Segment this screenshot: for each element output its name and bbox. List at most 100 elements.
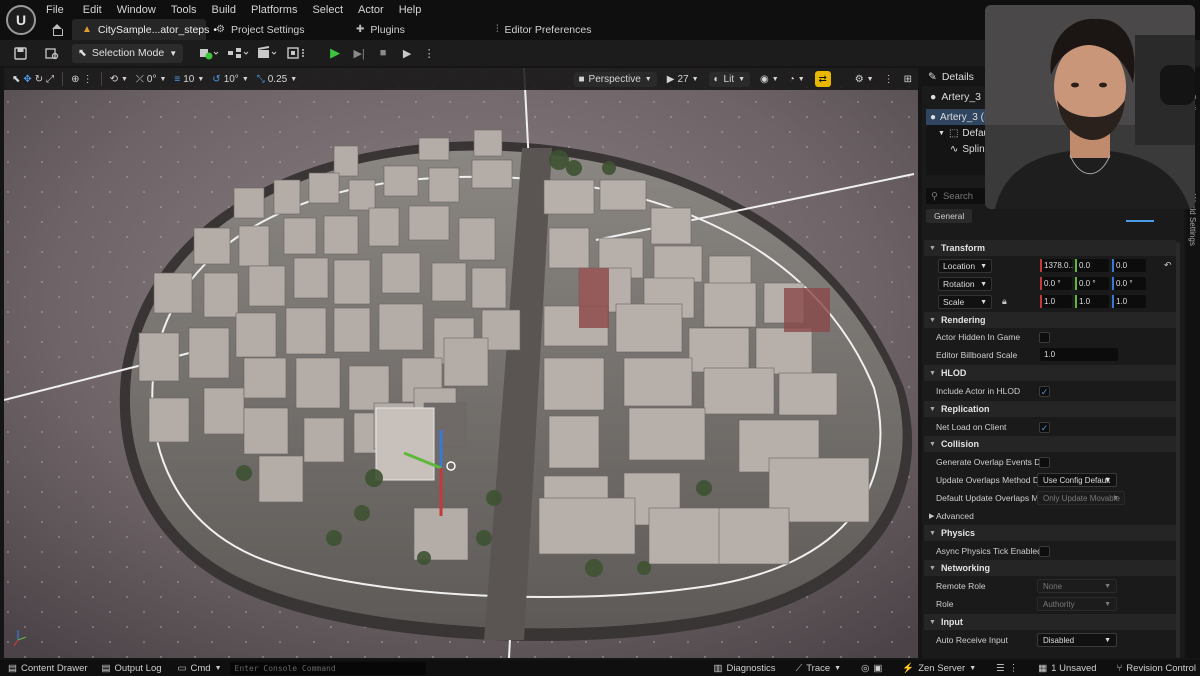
net-load-checkbox[interactable]: ✓ (1039, 422, 1050, 433)
billboard-scale-field[interactable]: 1.0 (1040, 348, 1118, 361)
browse-icon[interactable] (42, 43, 62, 63)
translate-icon[interactable]: ✥ (23, 74, 31, 85)
content-drawer-button[interactable]: ▤ Content Drawer (8, 663, 88, 674)
scale-snap-toggle[interactable]: ⤡ 0.25 ▼ (257, 74, 297, 85)
section-rendering[interactable]: ▼ Rendering (924, 312, 1176, 328)
add-actor-icon[interactable] (199, 43, 219, 63)
rotation-dropdown[interactable]: Rotation ▼ (938, 277, 992, 291)
section-hlod[interactable]: ▼ HLOD (924, 365, 1176, 381)
surface-snap[interactable]: ⟲ ▼ (110, 74, 128, 85)
gen-overlap-checkbox[interactable] (1039, 457, 1050, 468)
select-icon[interactable]: ⬉ (12, 74, 20, 85)
cmd-dropdown[interactable]: ▭ Cmd ▼ (178, 663, 222, 674)
layouts-button[interactable]: ☰ ⋮ (996, 663, 1018, 674)
rotation-snap-value: 10° (223, 73, 239, 85)
menu-file[interactable]: File (46, 4, 73, 16)
menu-window[interactable]: Window (117, 4, 165, 16)
trace-dropdown[interactable]: ⟋ Trace ▼ (796, 663, 842, 674)
location-dropdown[interactable]: Location ▼ (938, 259, 992, 273)
layout-button[interactable]: ⊞ (904, 74, 912, 85)
menu-actor[interactable]: Actor (358, 4, 393, 16)
actor-hidden-checkbox[interactable] (1039, 332, 1050, 343)
zen-server-dropdown[interactable]: ⚡ Zen Server ▼ (902, 663, 976, 674)
rotation-x-field[interactable]: 0.0 ° (1040, 277, 1072, 290)
play-options-icon[interactable]: ⋮ (419, 43, 439, 63)
play-icon[interactable]: ▶ (325, 43, 345, 63)
actor-name[interactable]: Artery_3 (941, 91, 981, 103)
eject-icon[interactable]: ▶ (397, 43, 417, 63)
tab-level[interactable]: ▲ CitySample...ator_steps • (72, 19, 217, 40)
stop-icon[interactable]: ■ (373, 43, 393, 63)
advanced-row[interactable]: ▶ Advanced (924, 507, 1176, 525)
reset-icon[interactable]: ↶ (1164, 260, 1172, 271)
tab-plugins[interactable]: ✚ Plugins (346, 19, 486, 40)
scale-icon[interactable]: ⤢ (46, 74, 54, 85)
section-physics[interactable]: ▼ Physics (924, 525, 1176, 541)
fov-dropdown[interactable]: ▶ 27 ▼ (667, 74, 699, 85)
output-log-button[interactable]: ▤ Output Log (102, 663, 162, 674)
section-replication[interactable]: ▼ Replication (924, 401, 1176, 417)
home-icon[interactable] (50, 23, 64, 36)
cinematics-icon[interactable] (257, 43, 279, 63)
settings-dropdown[interactable]: ⚙ ▼ (855, 74, 874, 85)
scale-y-field[interactable]: 1.0 (1075, 295, 1109, 308)
step-icon[interactable]: ▶| (349, 43, 369, 63)
rotation-y-field[interactable]: 0.0 ° (1075, 277, 1109, 290)
location-x-field[interactable]: 1378.0.. (1040, 259, 1073, 272)
menu-tools[interactable]: Tools (171, 4, 206, 16)
scale-x-field[interactable]: 1.0 (1040, 295, 1072, 308)
scale-dropdown[interactable]: Scale ▼ (938, 295, 992, 309)
auto-receive-dropdown[interactable]: Disabled ▼ (1037, 633, 1117, 647)
section-collision[interactable]: ▼ Collision (924, 436, 1176, 452)
realtime-toggle-icon[interactable]: ⇄ (814, 71, 831, 87)
expand-arrow-icon[interactable]: ▼ (938, 130, 945, 137)
level-viewport[interactable]: ⬉ ✥ ↻ ⤢ ⊕ ⋮ ⟲ ▼ ⤫ 0° ▼ ≡ 10 ▼ ↺ 10° ▼ ⤡ 0.25 ▼ ■ P… (4, 68, 918, 658)
section-transform[interactable]: ▼ Transform (924, 240, 1176, 256)
console-command-input[interactable]: Enter Console Command (229, 661, 426, 675)
unsaved-button[interactable]: ▦ 1 Unsaved (1038, 663, 1096, 674)
blueprint-icon[interactable] (227, 43, 249, 63)
save-icon[interactable] (10, 43, 30, 63)
grid-snap-toggle[interactable]: ≡ 10 ▼ (174, 74, 204, 85)
menu-platforms[interactable]: Platforms (251, 4, 306, 16)
selection-mode-dropdown[interactable]: ⬉ Selection Mode ▼ (72, 43, 184, 63)
category-general[interactable]: General (926, 209, 973, 223)
menu-select[interactable]: Select (312, 4, 352, 16)
menu-help[interactable]: Help (399, 4, 431, 16)
section-networking[interactable]: ▼ Networking (924, 560, 1176, 576)
scale-z-field[interactable]: 1.0 (1112, 295, 1146, 308)
actor-icon: ● (930, 111, 937, 123)
diagnostics-button[interactable]: ▥ Diagnostics (713, 663, 775, 674)
rotate-icon[interactable]: ↻ (35, 74, 43, 85)
async-physics-checkbox[interactable] (1039, 546, 1050, 557)
lit-dropdown[interactable]: ◐ Lit ▼ (708, 71, 751, 87)
build-icon[interactable] (287, 43, 309, 63)
show-flags-dropdown[interactable]: ◉ ▼ (760, 74, 779, 85)
location-y-field[interactable]: 0.0 (1075, 259, 1109, 272)
revision-control-button[interactable]: ⑂ Revision Control (1117, 663, 1196, 674)
menu-build[interactable]: Build (212, 4, 245, 16)
perspective-dropdown[interactable]: ■ Perspective ▼ (573, 71, 657, 87)
rotation-z-field[interactable]: 0.0 ° (1112, 277, 1146, 290)
viewport-options[interactable]: ⋮ (884, 74, 894, 85)
tab-editor-preferences[interactable]: ⫶ Editor Preferences (486, 19, 601, 40)
location-z-field[interactable]: 0.0 (1112, 259, 1146, 272)
tab-project-settings[interactable]: ⚙ Project Settings (206, 19, 346, 40)
include-hlod-checkbox[interactable]: ✓ (1039, 386, 1050, 397)
menu-edit[interactable]: Edit (83, 4, 111, 16)
performance-dropdown[interactable]: ◔ ▼ (789, 74, 805, 85)
world-local-toggle[interactable]: ⊕ ⋮ (71, 74, 92, 85)
rotation-snap-toggle[interactable]: ↺ 10° ▼ (212, 74, 248, 85)
search-input[interactable]: Search (943, 191, 973, 202)
angle-snap-toggle[interactable]: ⤫ 0° ▼ (136, 74, 167, 85)
details-scrollbar[interactable] (1176, 242, 1180, 658)
lock-icon[interactable]: 🔒︎ (1002, 296, 1007, 307)
section-input[interactable]: ▼ Input (924, 614, 1176, 630)
unreal-logo[interactable]: U (6, 5, 36, 35)
transform-tools[interactable]: ⬉ ✥ ↻ ⤢ (12, 74, 54, 85)
update-method-dropdown[interactable]: Use Config Default ▼ (1037, 473, 1117, 487)
actor-icon: ● (930, 91, 937, 103)
record-buttons[interactable]: ◎ ▣ (861, 663, 882, 674)
update-method-label: Update Overlaps Method D... (936, 475, 1047, 485)
angle-snap-value: 0° (146, 73, 157, 85)
